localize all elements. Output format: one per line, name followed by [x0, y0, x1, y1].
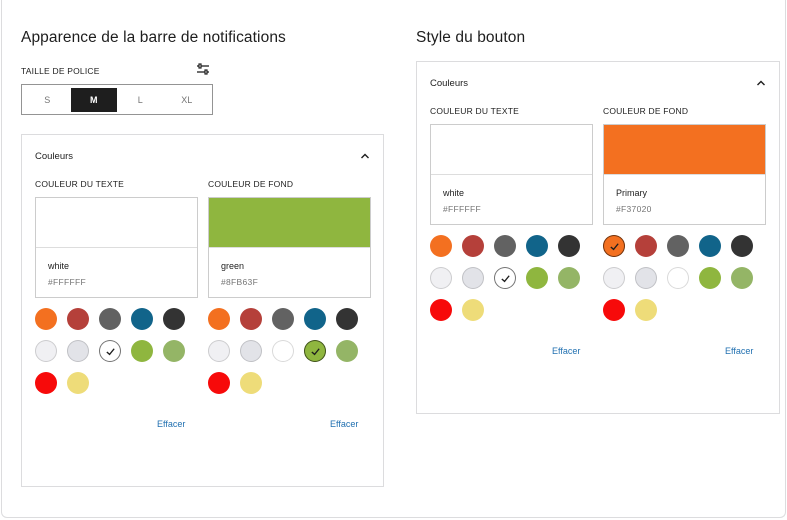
- section-title: Apparence de la barre de notifications: [21, 29, 286, 46]
- color-swatch-option[interactable]: [35, 372, 57, 394]
- color-swatch-option[interactable]: [208, 372, 230, 394]
- color-swatch-option[interactable]: [131, 308, 153, 330]
- color-preview-fill: [36, 198, 197, 248]
- panel-title: Couleurs: [35, 150, 74, 162]
- color-swatch-option[interactable]: [163, 340, 185, 362]
- color-swatch-option[interactable]: [635, 267, 657, 289]
- font-size-option-l[interactable]: L: [117, 88, 164, 112]
- color-swatch-option[interactable]: [558, 267, 580, 289]
- color-swatch-option[interactable]: [35, 340, 57, 362]
- font-size-option-xl[interactable]: XL: [164, 88, 211, 112]
- color-name: white: [48, 261, 70, 271]
- color-swatch-option[interactable]: [208, 308, 230, 330]
- color-field-label: COULEUR DU TEXTE: [35, 179, 125, 189]
- color-preview-fill: [604, 125, 765, 175]
- color-swatch-option[interactable]: [526, 267, 548, 289]
- section-title: Style du bouton: [416, 29, 526, 46]
- color-swatch-option[interactable]: [430, 299, 452, 321]
- color-swatch-option[interactable]: [699, 235, 721, 257]
- color-swatch-option[interactable]: [603, 235, 625, 257]
- clear-color-link[interactable]: Effacer: [552, 346, 580, 356]
- color-swatch-option[interactable]: [240, 372, 262, 394]
- color-swatch-option[interactable]: [635, 299, 657, 321]
- color-swatch-option[interactable]: [336, 340, 358, 362]
- color-preview[interactable]: white #FFFFFF: [430, 124, 593, 225]
- color-swatch-option[interactable]: [336, 308, 358, 330]
- color-swatch-option[interactable]: [494, 267, 516, 289]
- clear-color-link[interactable]: Effacer: [330, 419, 358, 429]
- color-swatch-option[interactable]: [430, 267, 452, 289]
- color-preview[interactable]: white #FFFFFF: [35, 197, 198, 298]
- color-preview[interactable]: Primary #F37020: [603, 124, 766, 225]
- color-preview-fill: [209, 198, 370, 248]
- check-icon: [310, 347, 320, 355]
- color-swatch-option[interactable]: [304, 340, 326, 362]
- color-hex: #FFFFFF: [48, 277, 86, 287]
- color-name: white: [443, 188, 465, 198]
- color-swatch-option[interactable]: [526, 235, 548, 257]
- color-swatch-option[interactable]: [99, 308, 121, 330]
- color-name: green: [221, 261, 245, 271]
- color-swatch-option[interactable]: [635, 235, 657, 257]
- color-swatch-option[interactable]: [667, 235, 689, 257]
- colors-panel: Couleurs COULEUR DU TEXTE white #FFFFFF Eff…: [21, 134, 384, 487]
- check-icon: [609, 242, 619, 250]
- color-swatch-option[interactable]: [304, 308, 326, 330]
- font-size-label: TAILLE DE POLICE: [21, 66, 100, 76]
- colors-panel-header[interactable]: Couleurs: [430, 76, 767, 90]
- chevron-up-icon[interactable]: [755, 77, 767, 89]
- color-swatch-option[interactable]: [131, 340, 153, 362]
- color-swatch-option[interactable]: [35, 308, 57, 330]
- chevron-up-icon[interactable]: [359, 150, 371, 162]
- sliders-icon[interactable]: [195, 61, 211, 77]
- panel-title: Couleurs: [430, 77, 469, 89]
- color-field-label: COULEUR DE FOND: [208, 179, 294, 189]
- color-preview-fill: [431, 125, 592, 175]
- colors-panel: Couleurs COULEUR DU TEXTE white #FFFFFF Eff…: [416, 61, 780, 414]
- color-swatch-option[interactable]: [430, 235, 452, 257]
- color-swatch-option[interactable]: [163, 308, 185, 330]
- check-icon: [500, 274, 510, 282]
- color-swatch-option[interactable]: [462, 235, 484, 257]
- color-preview[interactable]: green #8FB63F: [208, 197, 371, 298]
- color-swatch-option[interactable]: [494, 235, 516, 257]
- colors-panel-header[interactable]: Couleurs: [35, 149, 371, 163]
- color-hex: #F37020: [616, 204, 652, 214]
- color-swatch-option[interactable]: [603, 267, 625, 289]
- font-size-control: S M L XL: [21, 84, 213, 115]
- color-hex: #FFFFFF: [443, 204, 481, 214]
- color-swatch-option[interactable]: [603, 299, 625, 321]
- color-swatch-option[interactable]: [558, 235, 580, 257]
- color-field-label: COULEUR DE FOND: [603, 106, 689, 116]
- color-swatch-option[interactable]: [272, 340, 294, 362]
- color-swatch-option[interactable]: [67, 340, 89, 362]
- font-size-option-s[interactable]: S: [24, 88, 71, 112]
- color-field-label: COULEUR DU TEXTE: [430, 106, 520, 116]
- color-name: Primary: [616, 188, 647, 198]
- color-swatch-option[interactable]: [667, 267, 689, 289]
- color-swatch-option[interactable]: [67, 308, 89, 330]
- color-swatch-option[interactable]: [462, 299, 484, 321]
- color-swatch-option[interactable]: [699, 267, 721, 289]
- clear-color-link[interactable]: Effacer: [157, 419, 185, 429]
- color-swatch-option[interactable]: [67, 372, 89, 394]
- font-size-option-m[interactable]: M: [70, 87, 117, 112]
- clear-color-link[interactable]: Effacer: [725, 346, 753, 356]
- color-swatch-option[interactable]: [99, 340, 121, 362]
- color-swatch-option[interactable]: [462, 267, 484, 289]
- color-swatch-option[interactable]: [208, 340, 230, 362]
- color-swatch-option[interactable]: [272, 308, 294, 330]
- color-swatch-option[interactable]: [731, 267, 753, 289]
- color-hex: #8FB63F: [221, 277, 259, 287]
- check-icon: [105, 347, 115, 355]
- color-swatch-option[interactable]: [731, 235, 753, 257]
- color-swatch-option[interactable]: [240, 308, 262, 330]
- color-swatch-option[interactable]: [240, 340, 262, 362]
